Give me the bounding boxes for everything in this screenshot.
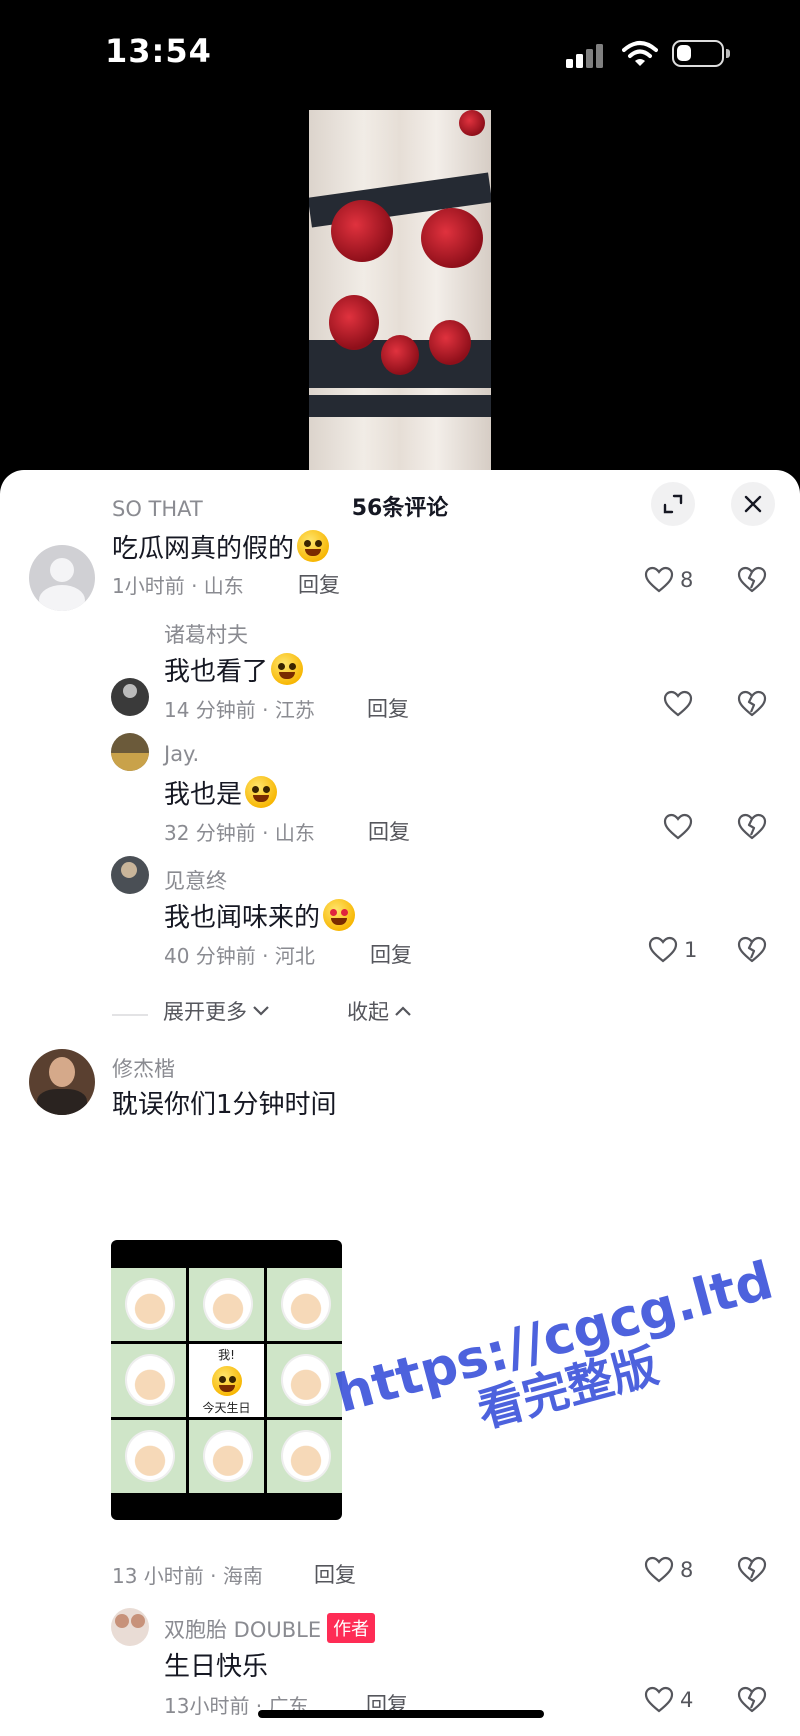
broken-heart-icon[interactable]	[737, 936, 767, 964]
expand-button[interactable]	[651, 482, 695, 526]
sticker-cell	[267, 1420, 342, 1493]
home-indicator[interactable]	[258, 1710, 544, 1718]
avatar[interactable]	[111, 733, 149, 771]
comment-text: 生日快乐	[164, 1652, 269, 1682]
sticker-cell	[111, 1420, 186, 1493]
comment-username[interactable]: 修杰楷	[112, 1053, 175, 1083]
expand-more-button[interactable]: 展开更多	[163, 996, 271, 1026]
comment-username[interactable]: 双胞胎 DOUBLE 作者	[164, 1613, 376, 1644]
close-icon	[744, 495, 762, 513]
thread-divider	[112, 1014, 148, 1016]
collapse-button[interactable]: 收起	[347, 996, 413, 1026]
comment-meta: 32 分钟前 · 山东	[164, 821, 315, 845]
reply-button[interactable]: 回复	[370, 939, 412, 969]
comment-meta: 14 分钟前 · 江苏	[164, 698, 315, 722]
sticker-cell	[267, 1344, 342, 1417]
comment-meta: 40 分钟前 · 河北	[164, 944, 315, 968]
like-count: 8	[680, 568, 694, 592]
sticker-cell	[189, 1420, 264, 1493]
chevron-up-icon	[395, 1006, 411, 1016]
emoji-icon	[271, 653, 304, 685]
avatar[interactable]	[111, 856, 149, 894]
comment-text: 我也闻味来的	[164, 897, 356, 934]
heart-icon	[663, 690, 693, 717]
comment-username[interactable]: SO THAT	[112, 497, 203, 521]
broken-heart-icon[interactable]	[737, 813, 767, 841]
reply-button[interactable]: 回复	[314, 1559, 356, 1589]
emoji-icon	[323, 899, 356, 931]
heart-icon	[644, 1686, 674, 1713]
comment-sheet: 56条评论 SO THAT 吃瓜网真的假的 1小时前 · 山东 回复 8 诸葛村…	[0, 470, 800, 1736]
comment-username[interactable]: 见意终	[164, 865, 227, 895]
emoji-icon	[245, 776, 278, 808]
reply-button[interactable]: 回复	[298, 569, 340, 599]
heart-icon	[644, 566, 674, 593]
avatar[interactable]	[111, 678, 149, 716]
battery-icon	[672, 40, 730, 67]
heart-icon	[644, 1556, 674, 1583]
sticker-cell	[111, 1268, 186, 1341]
comment-sticker-image[interactable]: 我! 今天生日	[111, 1240, 342, 1520]
comment-username[interactable]: Jay.	[164, 742, 199, 766]
sticker-cell	[189, 1268, 264, 1341]
reply-button[interactable]: 回复	[367, 693, 409, 723]
comment-text: 耽误你们1分钟时间	[112, 1090, 337, 1120]
broken-heart-icon[interactable]	[737, 566, 767, 594]
heart-icon	[648, 936, 678, 963]
like-count: 1	[684, 938, 698, 962]
emoji-icon	[297, 530, 330, 562]
wifi-icon	[622, 41, 658, 66]
like-button[interactable]	[663, 813, 699, 841]
status-bar: 13:54	[0, 0, 800, 110]
signal-icon	[566, 42, 606, 68]
expand-icon	[663, 494, 683, 514]
status-time: 13:54	[105, 32, 212, 70]
heart-icon	[663, 813, 693, 840]
video-preview[interactable]	[309, 110, 491, 470]
like-button[interactable]	[663, 690, 699, 718]
chevron-down-icon	[253, 1006, 269, 1016]
sticker-center: 我! 今天生日	[189, 1344, 264, 1417]
like-button[interactable]: 8	[644, 1556, 693, 1584]
avatar[interactable]	[29, 545, 95, 611]
comment-text: 我也是	[164, 774, 278, 811]
broken-heart-icon[interactable]	[737, 690, 767, 718]
like-count: 4	[680, 1688, 694, 1712]
comment-text: 我也看了	[164, 651, 304, 688]
emoji-icon	[211, 1365, 242, 1396]
like-count: 8	[680, 1558, 694, 1582]
comment-meta: 13 小时前 · 海南	[112, 1564, 263, 1588]
close-button[interactable]	[731, 482, 775, 526]
comment-meta: 1小时前 · 山东	[112, 574, 244, 598]
avatar[interactable]	[111, 1608, 149, 1646]
broken-heart-icon[interactable]	[737, 1556, 767, 1584]
avatar[interactable]	[29, 1049, 95, 1115]
sticker-cell	[111, 1344, 186, 1417]
like-button[interactable]: 1	[648, 936, 697, 964]
author-badge: 作者	[327, 1613, 376, 1643]
like-button[interactable]: 4	[644, 1686, 693, 1714]
comment-username[interactable]: 诸葛村夫	[164, 619, 248, 649]
sticker-cell	[267, 1268, 342, 1341]
comment-text: 吃瓜网真的假的	[112, 528, 330, 565]
broken-heart-icon[interactable]	[737, 1686, 767, 1714]
like-button[interactable]: 8	[644, 566, 693, 594]
reply-button[interactable]: 回复	[368, 816, 410, 846]
